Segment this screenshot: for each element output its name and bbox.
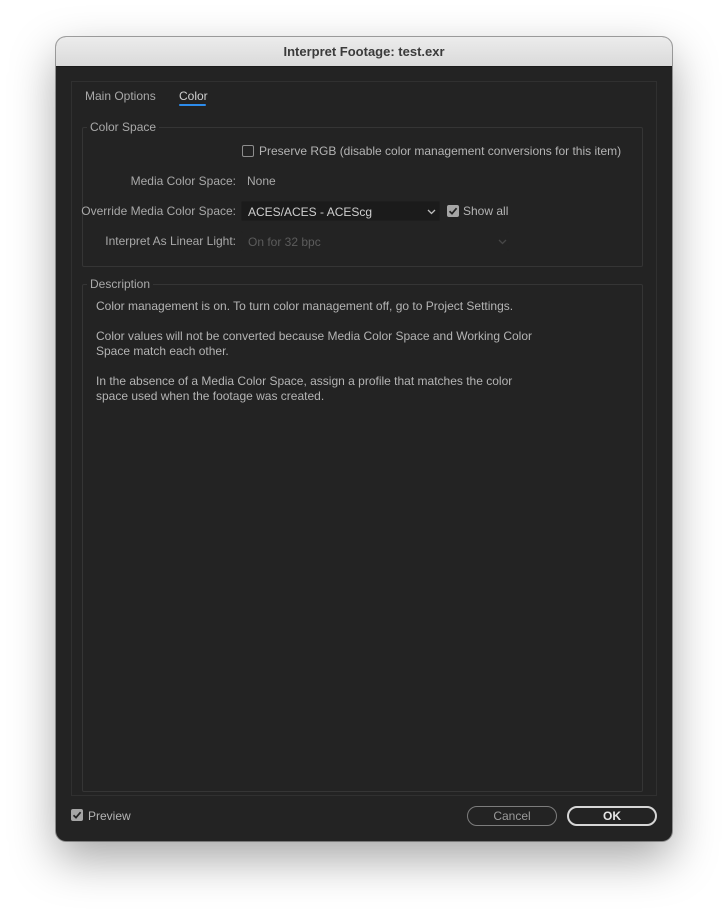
interpret-linear-label: Interpret As Linear Light: xyxy=(105,234,236,248)
checkmark-icon xyxy=(72,811,82,819)
interpret-footage-dialog: Interpret Footage: test.exr Main Options… xyxy=(56,37,672,841)
show-all-checkbox[interactable] xyxy=(447,205,459,217)
description-text-line: In the absence of a Media Color Space, a… xyxy=(96,374,513,388)
interpret-linear-dropdown[interactable]: On for 32 bpc xyxy=(241,231,509,251)
description-text-line: Color management is on. To turn color ma… xyxy=(96,299,514,313)
description-group xyxy=(82,284,643,792)
media-color-space-value: None xyxy=(247,174,276,188)
preserve-rgb-checkbox[interactable] xyxy=(242,145,254,157)
color-space-group-label: Color Space xyxy=(87,120,160,134)
active-tab-indicator xyxy=(179,104,206,106)
override-color-space-dropdown[interactable]: ACES/ACES - ACEScg xyxy=(241,201,440,221)
show-all-label[interactable]: Show all xyxy=(463,204,508,218)
cancel-button[interactable]: Cancel xyxy=(467,806,557,826)
window-title: Interpret Footage: test.exr xyxy=(56,37,672,67)
description-text-line: Space match each other. xyxy=(96,344,229,358)
description-text-line: space used when the footage was created. xyxy=(96,389,325,403)
override-color-space-selected: ACES/ACES - ACEScg xyxy=(248,205,373,219)
checkmark-icon xyxy=(448,207,458,215)
description-text-line: Color values will not be converted becau… xyxy=(96,329,533,343)
preview-label[interactable]: Preview xyxy=(88,809,131,823)
interpret-linear-selected: On for 32 bpc xyxy=(248,235,321,249)
description-group-label: Description xyxy=(87,277,154,291)
preserve-rgb-label[interactable]: Preserve RGB (disable color management c… xyxy=(259,144,621,158)
chevron-down-icon xyxy=(427,209,436,215)
ok-button[interactable]: OK xyxy=(567,806,657,826)
chevron-down-icon xyxy=(498,239,507,245)
tab-main-options[interactable]: Main Options xyxy=(85,89,156,103)
tab-color[interactable]: Color xyxy=(179,89,208,103)
override-media-color-space-label: Override Media Color Space: xyxy=(81,204,236,218)
media-color-space-label: Media Color Space: xyxy=(130,174,236,188)
preview-checkbox[interactable] xyxy=(71,809,83,821)
